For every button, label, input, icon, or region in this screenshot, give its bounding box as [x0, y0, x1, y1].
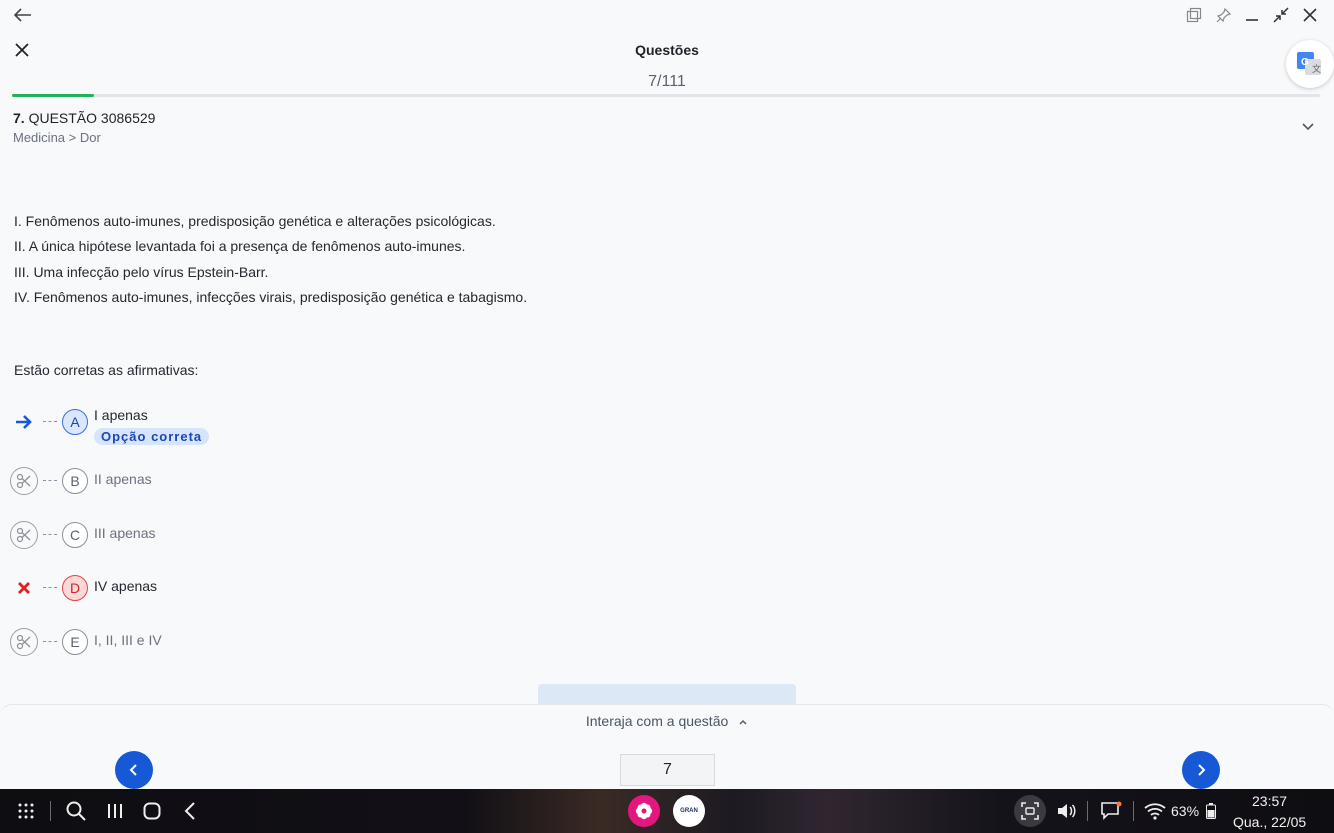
battery-icon: [1205, 800, 1217, 822]
home-icon[interactable]: [142, 800, 162, 822]
option-a[interactable]: A I apenas Opção correta: [10, 407, 610, 445]
question-number: 7.: [13, 110, 25, 126]
option-letter[interactable]: D: [62, 575, 88, 601]
question-prompt: Estão corretas as afirmativas:: [14, 362, 199, 378]
volume-icon[interactable]: [1055, 800, 1077, 822]
chevron-up-icon: [739, 720, 747, 725]
scissors-icon[interactable]: [10, 467, 38, 495]
breadcrumb: Medicina > Dor: [13, 130, 101, 145]
restore-icon[interactable]: [1271, 5, 1291, 25]
chevron-down-icon[interactable]: [1300, 118, 1316, 134]
previous-question-button[interactable]: [115, 751, 153, 789]
correct-option-badge: Opção correta: [94, 428, 210, 445]
option-b[interactable]: B II apenas: [10, 467, 610, 497]
flower-app-icon[interactable]: [628, 795, 660, 827]
question-number-input[interactable]: 7: [620, 754, 715, 786]
google-translate-button[interactable]: G 文: [1286, 40, 1334, 88]
close-window-icon[interactable]: [1300, 5, 1320, 25]
progress-fill: [12, 94, 95, 97]
system-taskbar: GRAN 63% 23:57 Qua., 22/05: [0, 789, 1334, 833]
nav-back-icon[interactable]: [182, 800, 198, 822]
question-statements: I. Fenômenos auto-imunes, predisposição …: [14, 209, 527, 310]
back-arrow-icon[interactable]: [12, 5, 34, 25]
window-titlebar: [0, 0, 1334, 30]
page-title: Questões: [635, 42, 699, 58]
question-counter: 7/111: [648, 73, 686, 90]
interact-toggle[interactable]: Interaja com a questão: [0, 713, 1334, 729]
statement-line: III. Uma infecção pelo vírus Epstein-Bar…: [14, 263, 269, 280]
gran-app-label: GRAN: [680, 808, 698, 814]
chevron-left-icon: [129, 764, 137, 776]
option-letter[interactable]: B: [62, 468, 88, 494]
statement-line: II. A única hipótese levantada foi a pre…: [14, 238, 466, 255]
scissors-icon[interactable]: [10, 628, 38, 656]
screenshot-capture-icon[interactable]: [1014, 795, 1046, 827]
option-text[interactable]: I apenas: [94, 407, 148, 423]
wrong-x-icon: [10, 574, 38, 602]
pin-icon[interactable]: [1214, 5, 1234, 25]
option-text[interactable]: IV apenas: [94, 578, 157, 594]
gran-app-icon[interactable]: GRAN: [673, 795, 705, 827]
battery-percent: 63%: [1171, 803, 1200, 819]
svg-text:G: G: [1301, 57, 1309, 68]
option-e[interactable]: E I, II, III e IV: [10, 628, 610, 658]
option-d[interactable]: D IV apenas: [10, 574, 610, 604]
recent-apps-icon[interactable]: [105, 800, 125, 822]
search-icon[interactable]: [66, 800, 86, 822]
option-text[interactable]: III apenas: [94, 525, 156, 541]
svg-text:文: 文: [1312, 63, 1321, 74]
option-text[interactable]: I, II, III e IV: [94, 632, 162, 648]
question-header: 7. QUESTÃO 3086529 Medicina > Dor: [13, 110, 155, 145]
option-letter[interactable]: A: [62, 409, 88, 435]
translate-icon: G 文: [1297, 52, 1321, 75]
option-text[interactable]: II apenas: [94, 471, 152, 487]
minimize-icon[interactable]: [1242, 5, 1262, 25]
clock-time: 23:57: [1252, 793, 1288, 809]
progress-bar: [12, 94, 1320, 97]
option-letter[interactable]: C: [62, 522, 88, 548]
question-id: QUESTÃO 3086529: [28, 110, 156, 126]
statement-line: I. Fenômenos auto-imunes, predisposição …: [14, 213, 496, 229]
chevron-right-icon: [1198, 764, 1206, 776]
next-question-button[interactable]: [1182, 751, 1220, 789]
split-window-icon[interactable]: [1184, 5, 1204, 25]
statement-line: IV. Fenômenos auto-imunes, infecções vir…: [14, 288, 528, 305]
interact-label: Interaja com a questão: [585, 713, 729, 729]
scissors-icon[interactable]: [10, 521, 38, 549]
option-letter[interactable]: E: [62, 629, 88, 655]
option-c[interactable]: C III apenas: [10, 521, 610, 551]
apps-grid-icon[interactable]: [16, 800, 36, 822]
arrow-right-icon: [10, 408, 38, 436]
notifications-icon[interactable]: [1100, 800, 1122, 822]
wifi-icon: [1143, 800, 1167, 822]
clock-date: Qua., 22/05: [1233, 814, 1307, 830]
